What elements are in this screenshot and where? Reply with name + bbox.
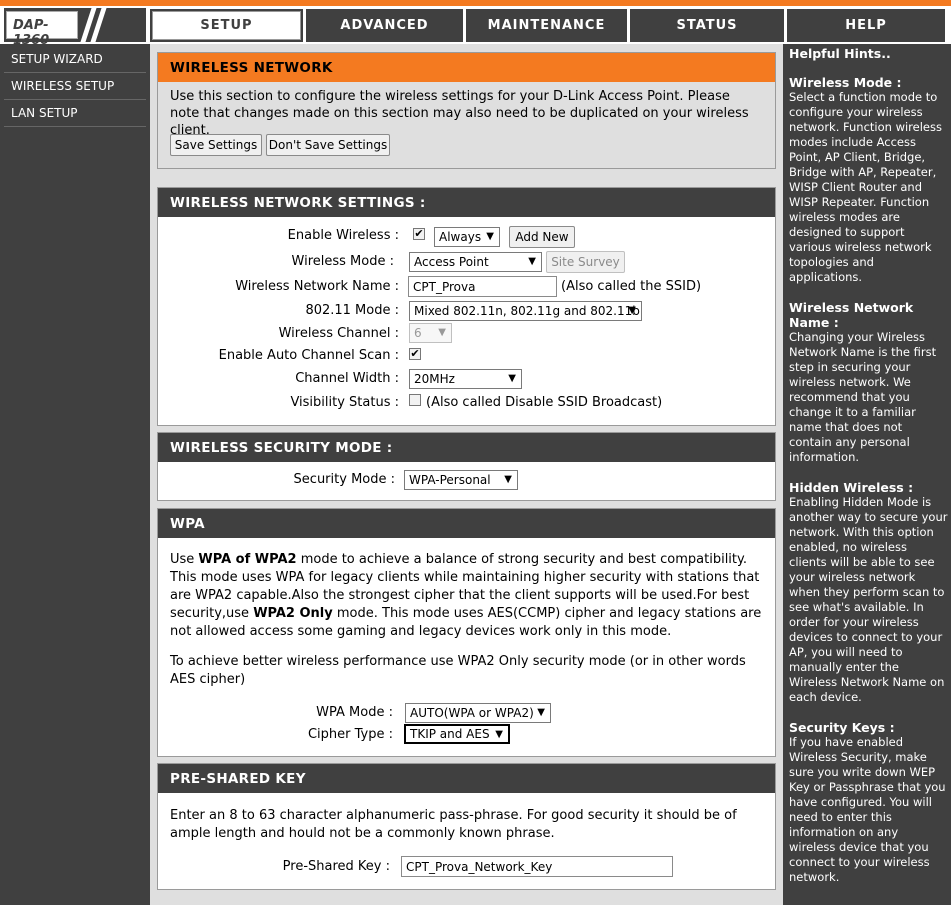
chevron-down-icon: ▼ [486,231,494,242]
chevron-down-icon: ▼ [495,729,503,740]
chevron-down-icon: ▼ [628,305,636,316]
security-mode-label: Security Mode : [293,472,395,487]
logo-box: DAP-1360 [6,11,78,48]
tab-setup[interactable]: SETUP [150,9,303,42]
mode-80211-select-value: Mixed 802.11n, 802.11g and 802.11b [414,304,640,318]
add-new-button[interactable]: Add New [509,226,575,248]
cipher-type-label: Cipher Type : [307,727,393,742]
wireless-mode-select[interactable]: Access Point ▼ [409,252,542,272]
visibility-status-label: Visibility Status : [290,395,399,410]
logo: DAP-1360 [4,8,146,48]
hint-body-network-name: Changing your Wireless Network Name is t… [789,330,937,464]
hint-heading-wireless-mode: Wireless Mode : [789,75,902,90]
wireless-network-settings-section: WIRELESS NETWORK SETTINGS : Enable Wirel… [157,187,776,426]
wireless-network-settings-title: WIRELESS NETWORK SETTINGS : [158,188,775,217]
tab-help[interactable]: HELP [787,9,945,42]
hint-body-hidden-wireless: Enabling Hidden Mode is another way to s… [789,495,948,704]
pre-shared-key-description: Enter an 8 to 63 character alphanumeric … [170,808,737,841]
wpa-performance-note: To achieve better wireless performance u… [170,654,746,687]
hints-title: Helpful Hints.. [789,46,891,61]
hint-body-wireless-mode: Select a function mode to configure your… [789,90,942,284]
dont-save-settings-button[interactable]: Don't Save Settings [266,134,390,156]
wpa-text-bold-2: WPA2 Only [253,606,333,621]
network-name-input[interactable]: CPT_Prova [408,276,557,297]
mode-80211-select[interactable]: Mixed 802.11n, 802.11g and 802.11b ▼ [409,301,642,321]
tab-maintenance[interactable]: MAINTENANCE [466,9,627,42]
schedule-select-value: Always [439,230,482,244]
hint-body-security-keys: If you have enabled Wireless Security, m… [789,735,946,884]
pre-shared-key-label: Pre-Shared Key : [282,859,390,874]
pre-shared-key-input[interactable]: CPT_Prova_Network_Key [401,856,673,877]
visibility-status-note: (Also called Disable SSID Broadcast) [426,395,663,410]
wireless-channel-select-value: 6 [414,326,422,340]
hint-heading-security-keys: Security Keys : [789,720,895,735]
mode-80211-label: 802.11 Mode : [305,303,399,318]
pre-shared-key-section: PRE-SHARED KEY Enter an 8 to 63 characte… [157,763,776,890]
main-content: WIRELESS NETWORK Use this section to con… [150,44,783,905]
channel-width-select-value: 20MHz [414,372,455,386]
enable-wireless-label: Enable Wireless : [287,228,399,243]
chevron-down-icon: ▼ [537,707,545,718]
wireless-channel-select[interactable]: 6 ▼ [409,323,452,343]
site-survey-button[interactable]: Site Survey [546,251,625,273]
tab-status[interactable]: STATUS [630,9,784,42]
auto-channel-scan-label: Enable Auto Channel Scan : [218,348,399,363]
visibility-status-checkbox[interactable] [409,394,421,406]
sidebar-item-lan-setup[interactable]: LAN SETUP [4,100,146,127]
wpa-mode-label: WPA Mode : [316,705,393,720]
wireless-security-mode-section: WIRELESS SECURITY MODE : Security Mode :… [157,432,776,501]
wpa-title: WPA [158,509,775,538]
sidebar: SETUP WIZARD WIRELESS SETUP LAN SETUP [4,44,146,905]
enable-wireless-checkbox[interactable]: ✔ [413,228,425,240]
chevron-down-icon: ▼ [438,327,446,338]
helpful-hints-panel: Helpful Hints.. Wireless Mode : Select a… [786,44,951,905]
wireless-mode-label: Wireless Mode : [291,254,394,269]
hint-heading-hidden-wireless: Hidden Wireless : [789,480,914,495]
intro-title: WIRELESS NETWORK [158,53,775,82]
wpa-text-bold-1: WPA of WPA2 [198,552,297,567]
chevron-down-icon: ▼ [504,474,512,485]
wpa-text-1: Use [170,552,199,567]
channel-width-select[interactable]: 20MHz ▼ [409,369,522,389]
wpa-description: Use WPA of WPA2 mode to achieve a balanc… [170,551,765,641]
security-mode-select-value: WPA-Personal [409,473,491,487]
chevron-down-icon: ▼ [508,373,516,384]
security-mode-select[interactable]: WPA-Personal ▼ [404,470,518,490]
hint-heading-network-name: Wireless Network Name : [789,300,914,330]
save-settings-button[interactable]: Save Settings [170,134,262,156]
cipher-type-select-value: TKIP and AES [410,727,490,741]
pre-shared-key-title: PRE-SHARED KEY [158,764,775,793]
wireless-security-mode-title: WIRELESS SECURITY MODE : [158,433,775,462]
sidebar-item-wireless-setup[interactable]: WIRELESS SETUP [4,73,146,100]
wpa-section: WPA Use WPA of WPA2 mode to achieve a ba… [157,508,776,757]
intro-section: WIRELESS NETWORK Use this section to con… [157,52,776,169]
tab-advanced[interactable]: ADVANCED [306,9,463,42]
chevron-down-icon: ▼ [528,256,536,267]
wpa-mode-select[interactable]: AUTO(WPA or WPA2) ▼ [405,703,551,723]
wireless-channel-label: Wireless Channel : [278,326,399,341]
network-name-label: Wireless Network Name : [235,279,399,294]
schedule-select[interactable]: Always ▼ [434,227,500,247]
network-name-note: (Also called the SSID) [561,279,702,294]
auto-channel-scan-checkbox[interactable]: ✔ [409,348,421,360]
cipher-type-select[interactable]: TKIP and AES ▼ [404,724,510,744]
channel-width-label: Channel Width : [295,371,399,386]
wireless-mode-select-value: Access Point [414,255,489,269]
wpa-mode-select-value: AUTO(WPA or WPA2) [410,706,534,720]
sidebar-item-setup-wizard[interactable]: SETUP WIZARD [4,46,146,73]
